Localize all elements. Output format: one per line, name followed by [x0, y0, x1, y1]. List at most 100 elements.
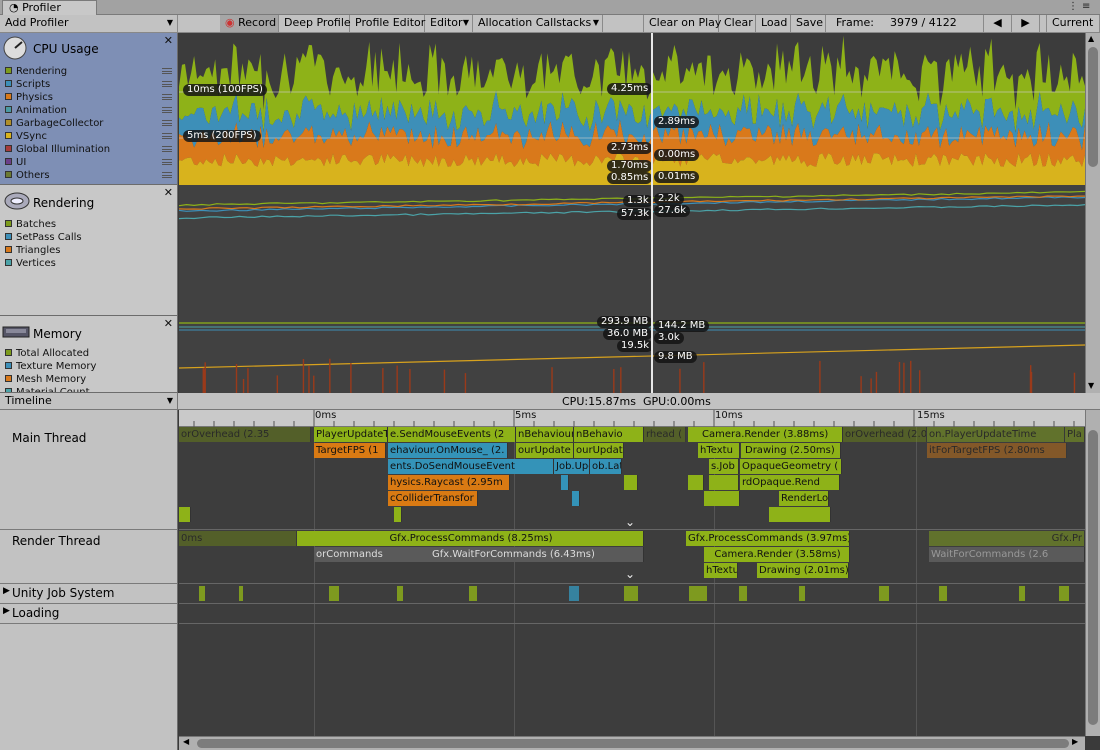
rendering-module[interactable]: Rendering ✕ Batches SetPass Calls Triangle… [0, 185, 178, 316]
legend-color-swatch[interactable] [5, 233, 12, 240]
timeline-sample[interactable]: 0ms [179, 531, 297, 546]
legend-color-swatch[interactable] [5, 119, 12, 126]
thread-render[interactable]: Render Thread [0, 530, 178, 584]
legend-item[interactable]: Animation [5, 104, 172, 117]
thread-loading[interactable]: ▶ Loading [0, 604, 178, 624]
legend-item[interactable]: SetPass Calls [5, 231, 82, 244]
timeline-sample[interactable] [688, 475, 704, 490]
legend-item[interactable]: Scripts [5, 78, 172, 91]
profiler-window-tab[interactable]: ◔ Profiler [2, 0, 97, 15]
timeline-sample[interactable]: hTextu [698, 443, 740, 458]
record-button[interactable]: ◉ Record [220, 15, 279, 32]
arrow-up-icon[interactable]: ▲ [1088, 34, 1094, 43]
timeline-sample[interactable]: Drawing (2.01ms) [757, 563, 849, 578]
legend-color-swatch[interactable] [5, 362, 12, 369]
legend-color-swatch[interactable] [5, 158, 12, 165]
legend-item[interactable]: Physics [5, 91, 172, 104]
timeline-sample[interactable]: Gfx.Pr [929, 531, 1085, 546]
rendering-chart[interactable]: 1.3k 57.3k 2.2k 27.6k [179, 185, 1085, 316]
legend-item[interactable]: Global Illumination [5, 143, 172, 156]
legend-item[interactable]: Texture Memory [5, 360, 96, 373]
timeline-scrollbar[interactable] [1085, 410, 1100, 736]
timeline-sample[interactable] [624, 475, 638, 490]
drag-handle-icon[interactable] [162, 81, 172, 87]
charts-scrollbar[interactable]: ▲ ▼ [1085, 33, 1100, 393]
timeline-sample[interactable] [704, 491, 740, 506]
close-module-icon[interactable]: ✕ [164, 317, 173, 330]
timeline-sample[interactable]: Camera.Render (3.88ms) [688, 427, 843, 442]
clear-button[interactable]: Clear [719, 15, 756, 32]
timeline-sample[interactable]: OpaqueGeometry ( [740, 459, 842, 474]
drag-handle-icon[interactable] [162, 172, 172, 178]
expand-arrow-icon[interactable]: ▶ [3, 586, 10, 596]
legend-item[interactable]: Vertices [5, 257, 56, 270]
legend-color-swatch[interactable] [5, 67, 12, 74]
close-module-icon[interactable]: ✕ [164, 186, 173, 199]
timeline-sample[interactable]: rhead ( [644, 427, 686, 442]
legend-item[interactable]: Mesh Memory [5, 373, 86, 386]
current-frame-button[interactable]: Current [1046, 15, 1100, 32]
memory-module[interactable]: Memory ✕ Total Allocated Texture Memory Me… [0, 316, 178, 393]
drag-handle-icon[interactable] [162, 159, 172, 165]
timeline-sample[interactable] [394, 507, 402, 522]
timeline-horizontal-scrollbar[interactable]: ◀ ▶ [179, 736, 1085, 750]
add-profiler-dropdown[interactable]: Add Profiler ▼ [0, 15, 178, 32]
timeline-sample[interactable] [572, 491, 580, 506]
legend-color-swatch[interactable] [5, 349, 12, 356]
timeline-sample[interactable] [769, 507, 831, 522]
timeline-sample[interactable] [709, 475, 739, 490]
timeline-sample[interactable]: s.Job [709, 459, 739, 474]
timeline-sample[interactable] [179, 507, 191, 522]
editor-target-dropdown[interactable]: Editor ▼ [425, 15, 473, 32]
cpu-usage-module[interactable]: CPU Usage ✕ Rendering Scripts Physics Anima… [0, 33, 178, 185]
timeline-sample[interactable]: itForTargetFPS (2.80ms [927, 443, 1067, 458]
timeline-sample[interactable]: nBehavio [574, 427, 644, 442]
timeline-sample[interactable]: orOverhead (2.0 [843, 427, 927, 442]
legend-color-swatch[interactable] [5, 80, 12, 87]
drag-handle-icon[interactable] [162, 68, 172, 74]
window-menu-icon[interactable]: ⋮ [1068, 1, 1078, 12]
drag-handle-icon[interactable] [162, 146, 172, 152]
legend-item[interactable]: Material Count [5, 386, 90, 392]
legend-color-swatch[interactable] [5, 132, 12, 139]
timeline-sample[interactable]: PlayerUpdateTi [314, 427, 388, 442]
deep-profile-button[interactable]: Deep Profile [279, 15, 351, 32]
legend-color-swatch[interactable] [5, 93, 12, 100]
timeline-sample[interactable]: ourUpdate (1 [516, 443, 574, 458]
timeline-sample[interactable]: orOverhead (2.35 [179, 427, 311, 442]
arrow-left-icon[interactable]: ◀ [183, 737, 189, 746]
timeline-sample[interactable]: RenderLo [779, 491, 829, 506]
timeline-sample[interactable]: nBehaviourL [516, 427, 574, 442]
load-button[interactable]: Load [756, 15, 791, 32]
timeline-sample[interactable]: Gfx.ProcessCommands (8.25ms) [297, 531, 644, 546]
charts-scroll-thumb[interactable] [1088, 47, 1098, 167]
timeline-sample[interactable]: TargetFPS (1 [314, 443, 386, 458]
window-dock-icon[interactable]: ≡ [1082, 1, 1090, 12]
drag-handle-icon[interactable] [162, 107, 172, 113]
timeline-sample[interactable]: ourUpdat [574, 443, 624, 458]
timeline-sample[interactable]: Pla [1065, 427, 1085, 442]
expand-arrow-icon[interactable]: ▶ [3, 606, 10, 616]
close-module-icon[interactable]: ✕ [164, 34, 173, 47]
collapse-chevron-icon[interactable]: ⌄ [625, 567, 635, 581]
profile-editor-button[interactable]: Profile Editor [350, 15, 425, 32]
clear-on-play-button[interactable]: Clear on Play [643, 15, 721, 32]
legend-color-swatch[interactable] [5, 171, 12, 178]
frame-cursor-line[interactable] [651, 33, 653, 393]
legend-color-swatch[interactable] [5, 259, 12, 266]
thread-job-system[interactable]: ▶ Unity Job System [0, 584, 178, 604]
timeline-sample[interactable]: e.SendMouseEvents (2 [388, 427, 516, 442]
next-frame-button[interactable]: ▶ [1012, 15, 1040, 32]
legend-color-swatch[interactable] [5, 145, 12, 152]
legend-color-swatch[interactable] [5, 220, 12, 227]
drag-handle-icon[interactable] [162, 94, 172, 100]
cpu-usage-chart[interactable]: 10ms (100FPS) 5ms (200FPS) 4.25ms 2.73ms… [179, 33, 1085, 185]
timeline-sample[interactable]: Camera.Render (3.58ms) [704, 547, 850, 562]
timeline-sample[interactable]: rdOpaque.Rend [740, 475, 840, 490]
timeline-sample[interactable] [561, 475, 569, 490]
arrow-right-icon[interactable]: ▶ [1072, 737, 1078, 746]
timeline-sample[interactable]: hTextu [704, 563, 738, 578]
memory-chart[interactable]: 293.9 MB 36.0 MB 19.5k 144.2 MB 3.0k 9.8… [179, 316, 1085, 393]
timeline-sample[interactable]: orCommands Gfx.WaitForCommands (6.43ms) [314, 547, 644, 562]
collapse-chevron-icon[interactable]: ⌄ [625, 515, 635, 529]
